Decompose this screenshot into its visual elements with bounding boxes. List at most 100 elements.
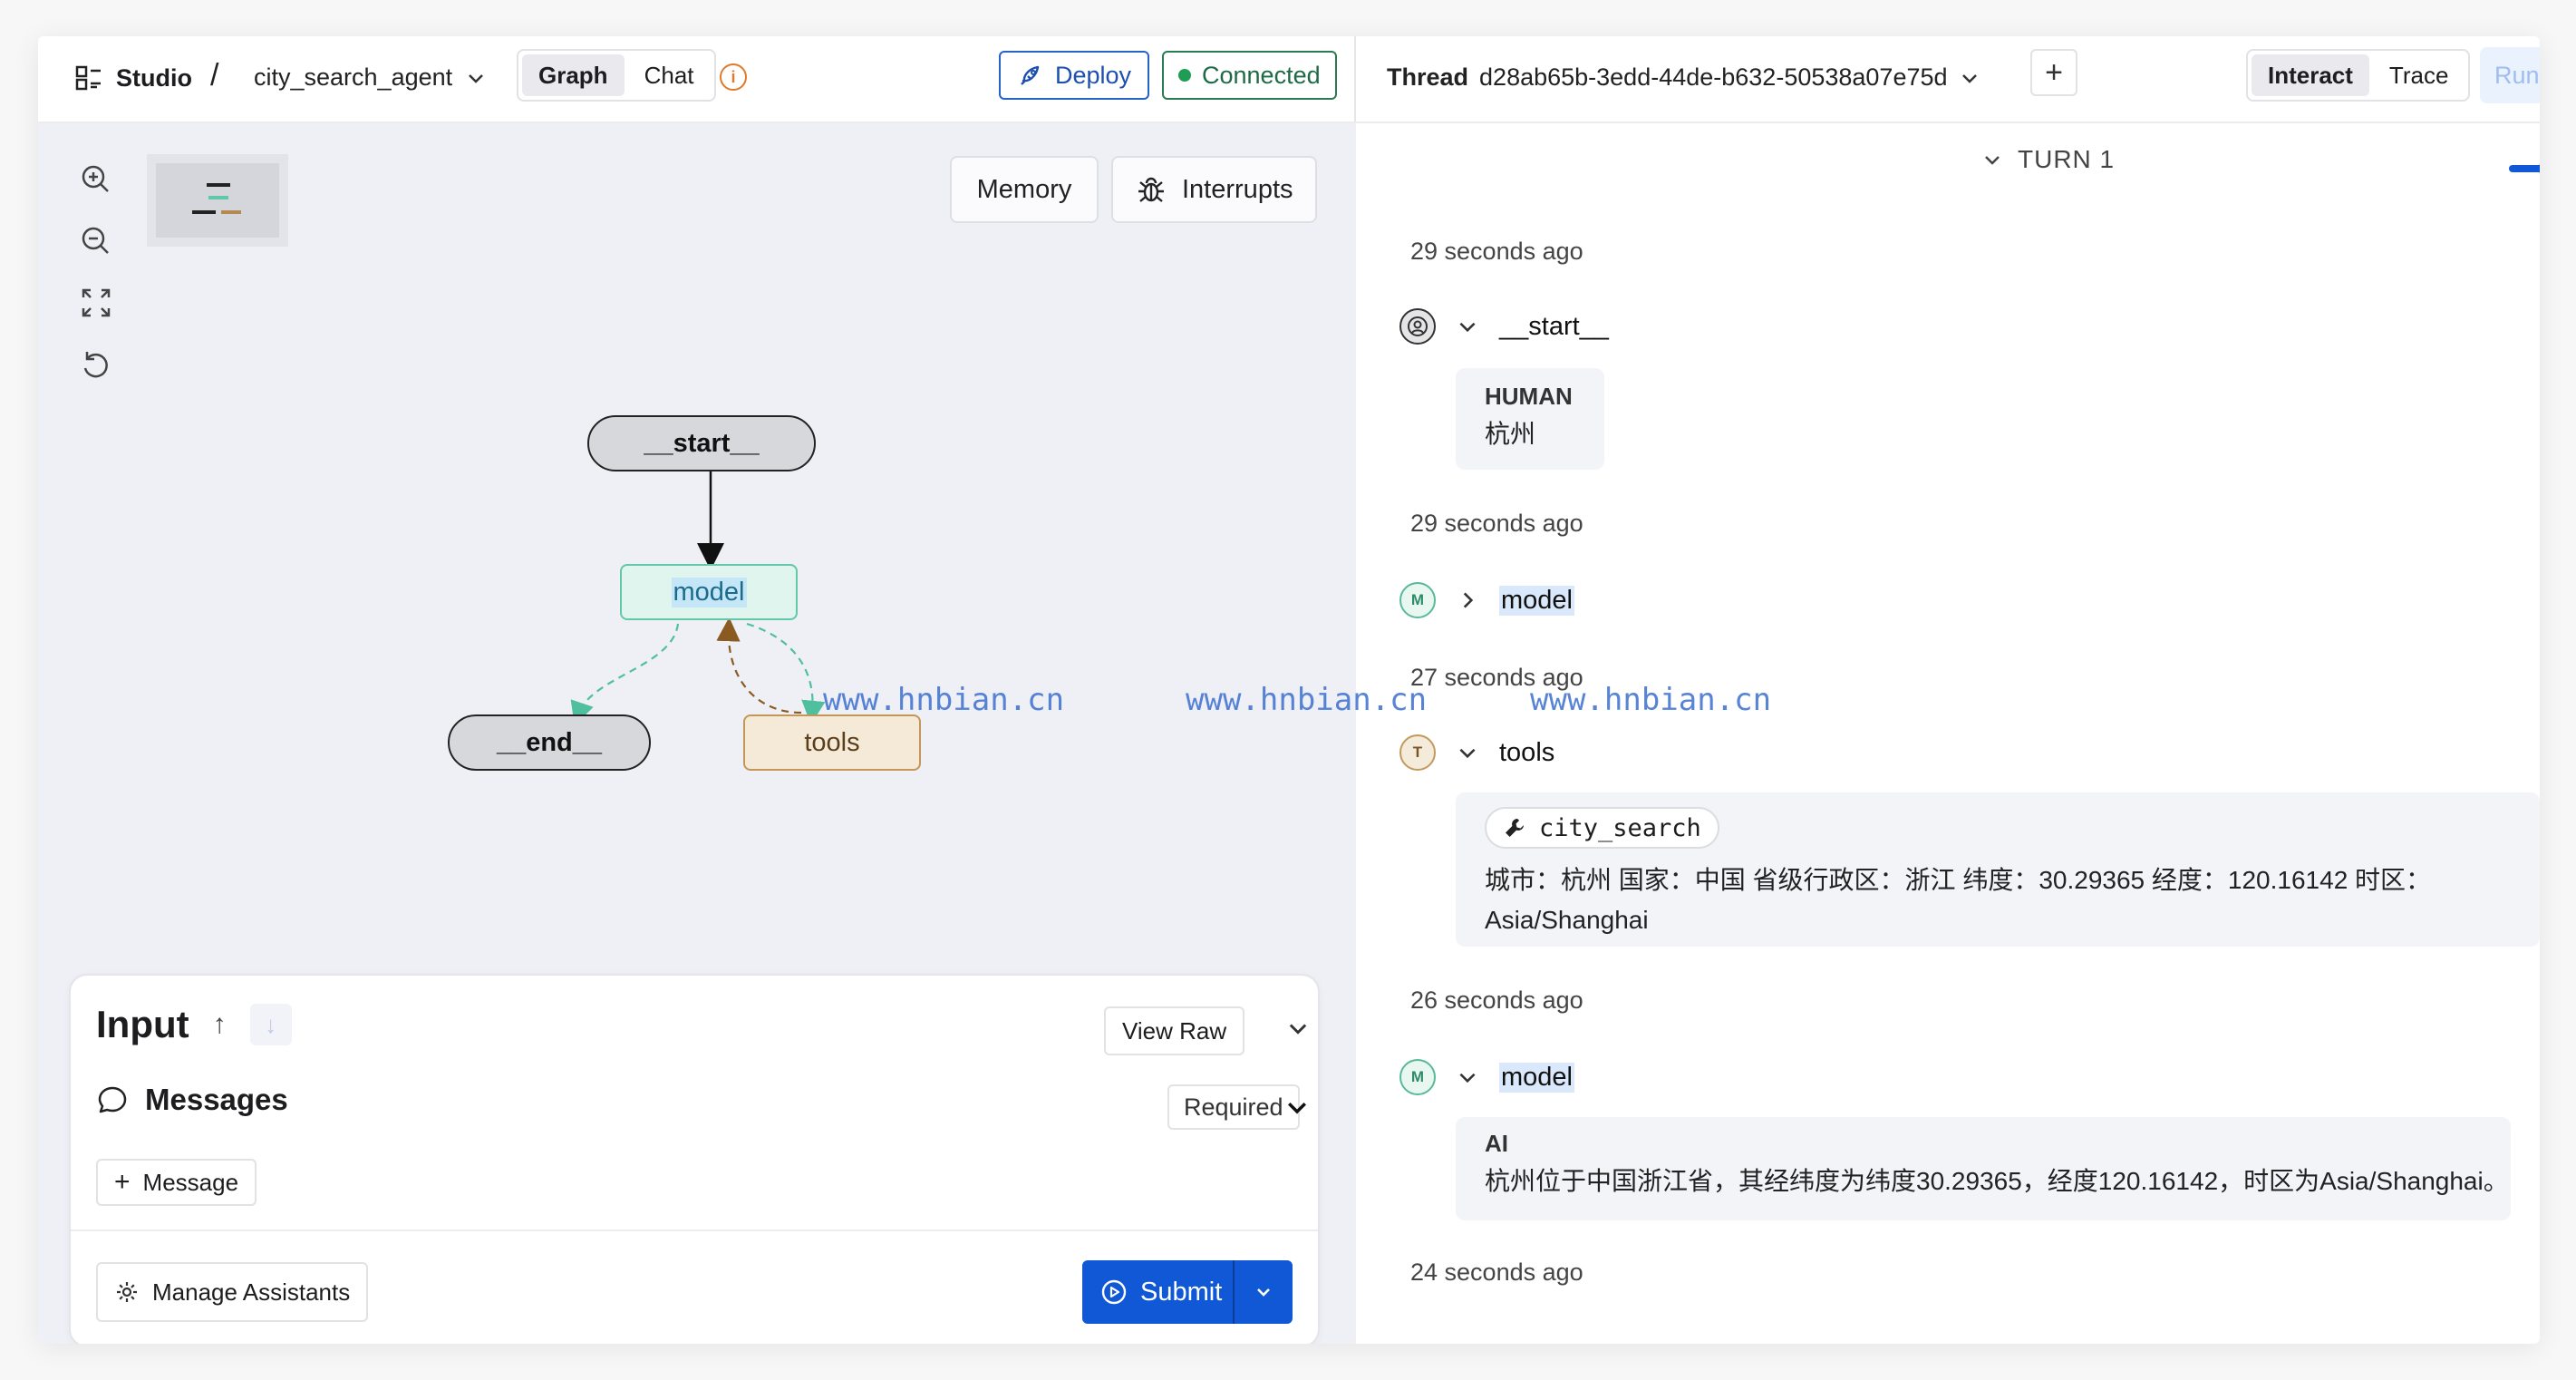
- reset-icon[interactable]: [78, 346, 114, 383]
- agent-name: city_search_agent: [254, 63, 453, 91]
- edge-tools-model: [716, 617, 802, 714]
- submit-button-group: Submit: [1082, 1260, 1293, 1324]
- thread-header: Thread d28ab65b-3edd-44de-b632-50538a07e…: [1356, 36, 2540, 123]
- deploy-label: Deploy: [1055, 61, 1132, 89]
- message-content: 杭州位于中国浙江省，其经纬度为纬度30.29365，经度120.16142，时区…: [1485, 1167, 2509, 1195]
- step-start[interactable]: __start__: [1399, 308, 1609, 345]
- view-toggle: Graph Chat: [517, 49, 716, 102]
- timestamp: 29 seconds ago: [1410, 510, 1583, 537]
- turn-header[interactable]: TURN 1: [1981, 145, 2115, 174]
- required-badge: Required: [1167, 1084, 1300, 1130]
- edge-model-tools: [746, 622, 826, 725]
- thread-id: d28ab65b-3edd-44de-b632-50538a07e75d: [1479, 63, 1948, 91]
- divider: [71, 1229, 1318, 1231]
- tab-chat[interactable]: Chat: [628, 54, 711, 96]
- messages-label: Messages: [145, 1083, 288, 1116]
- thread-selector[interactable]: Thread d28ab65b-3edd-44de-b632-50538a07e…: [1387, 63, 1980, 92]
- gear-icon: [117, 1282, 137, 1302]
- studio-logo-icon: [75, 65, 101, 91]
- node-model[interactable]: model: [620, 564, 798, 620]
- chevron-down-icon: [1257, 1288, 1270, 1297]
- chevron-down-icon: [1985, 156, 2000, 165]
- model-avatar: M: [1399, 1059, 1436, 1095]
- step-node-name: model: [1499, 585, 1574, 616]
- tab-graph[interactable]: Graph: [522, 54, 625, 96]
- tool-name: city_search: [1539, 813, 1701, 842]
- new-thread-button[interactable]: +: [2030, 49, 2077, 96]
- zoom-out-icon[interactable]: [78, 223, 114, 259]
- step-node-name: tools: [1499, 737, 1555, 767]
- interrupts-button[interactable]: Interrupts: [1111, 156, 1317, 223]
- connected-label: Connected: [1202, 61, 1321, 89]
- submit-options-button[interactable]: [1235, 1281, 1293, 1303]
- manage-assistants-button[interactable]: Manage Assistants: [96, 1262, 369, 1322]
- add-message-button[interactable]: + Message: [96, 1159, 257, 1206]
- fit-view-icon[interactable]: [78, 285, 114, 321]
- info-icon[interactable]: i: [720, 63, 747, 91]
- studio-home[interactable]: Studio: [74, 63, 192, 92]
- wrench-icon: [1506, 819, 1524, 837]
- user-icon: [1399, 308, 1436, 345]
- chevron-down-icon[interactable]: [1285, 1016, 1311, 1041]
- tool-call-chip[interactable]: city_search: [1485, 807, 1719, 849]
- zoom-in-icon[interactable]: [78, 161, 114, 198]
- add-message-label: Message: [142, 1168, 239, 1196]
- message-bubble-icon: [98, 1086, 127, 1113]
- graph-pane: Studio / city_search_agent Graph Chat i …: [38, 36, 1356, 1344]
- node-end[interactable]: __end__: [448, 714, 651, 771]
- messages-row: Messages: [96, 1083, 288, 1117]
- input-panel: Input ↑ ↓ View Raw Messages Required + M…: [69, 974, 1320, 1344]
- interrupts-label: Interrupts: [1182, 174, 1293, 204]
- input-title-row: Input ↑ ↓: [96, 1003, 292, 1046]
- human-message-card: HUMAN 杭州: [1456, 368, 1604, 470]
- plus-icon: +: [114, 1167, 131, 1197]
- tab-trace[interactable]: Trace: [2373, 54, 2465, 96]
- chevron-down-icon[interactable]: [1283, 1093, 1311, 1121]
- node-tools[interactable]: tools: [743, 714, 921, 771]
- submit-button[interactable]: Submit: [1082, 1260, 1235, 1324]
- play-circle-icon: [1101, 1279, 1127, 1305]
- graph-canvas[interactable]: Memory Interrupts __start__ model __end_…: [38, 123, 1356, 1344]
- top-bar: Studio / city_search_agent Graph Chat i …: [38, 36, 1356, 123]
- watermark: www.hnbian.cn: [1530, 682, 1772, 718]
- view-raw-button[interactable]: View Raw: [1104, 1006, 1245, 1055]
- minimap-model: [208, 196, 228, 199]
- chevron-down-icon: [1459, 1073, 1476, 1084]
- plus-icon: +: [2045, 54, 2063, 90]
- timestamp: 29 seconds ago: [1410, 238, 1583, 265]
- agent-selector[interactable]: city_search_agent: [254, 63, 487, 92]
- bug-icon: [1138, 177, 1164, 202]
- edge-model-end: [570, 623, 680, 726]
- message-role: AI: [1485, 1130, 1508, 1157]
- step-model[interactable]: M model: [1399, 1059, 1574, 1095]
- breadcrumb-separator: /: [210, 58, 219, 92]
- deploy-button[interactable]: Deploy: [999, 51, 1150, 100]
- minimap[interactable]: [147, 154, 288, 247]
- chevron-right-icon: [1463, 592, 1474, 608]
- chevron-down-icon: [1961, 73, 1977, 83]
- message-role: HUMAN: [1485, 383, 1573, 410]
- run-experiment-button[interactable]: Run exp: [2480, 47, 2540, 103]
- minimap-tools: [221, 210, 241, 214]
- chevron-down-icon: [1459, 322, 1476, 333]
- step-node-name: model: [1499, 1062, 1574, 1093]
- node-start[interactable]: __start__: [587, 415, 816, 471]
- toggle-switch[interactable]: [2509, 154, 2540, 183]
- manage-assistants-label: Manage Assistants: [152, 1278, 351, 1306]
- arrow-up-icon[interactable]: ↑: [213, 1009, 227, 1040]
- step-tools[interactable]: T tools: [1399, 734, 1554, 771]
- step-node-name: __start__: [1499, 311, 1609, 341]
- watermark: www.hnbian.cn: [1186, 682, 1428, 718]
- step-model[interactable]: M model: [1399, 582, 1574, 618]
- status-dot: [1178, 69, 1191, 82]
- connection-status[interactable]: Connected: [1162, 51, 1337, 100]
- chevron-down-icon: [469, 73, 484, 83]
- memory-button[interactable]: Memory: [950, 156, 1099, 223]
- rocket-icon: [1021, 65, 1040, 85]
- submit-label: Submit: [1140, 1277, 1223, 1307]
- timestamp: 26 seconds ago: [1410, 986, 1583, 1014]
- arrow-down-icon[interactable]: ↓: [249, 1004, 292, 1045]
- model-avatar: M: [1399, 582, 1436, 618]
- tab-interact[interactable]: Interact: [2252, 54, 2369, 96]
- minimap-start: [207, 183, 230, 187]
